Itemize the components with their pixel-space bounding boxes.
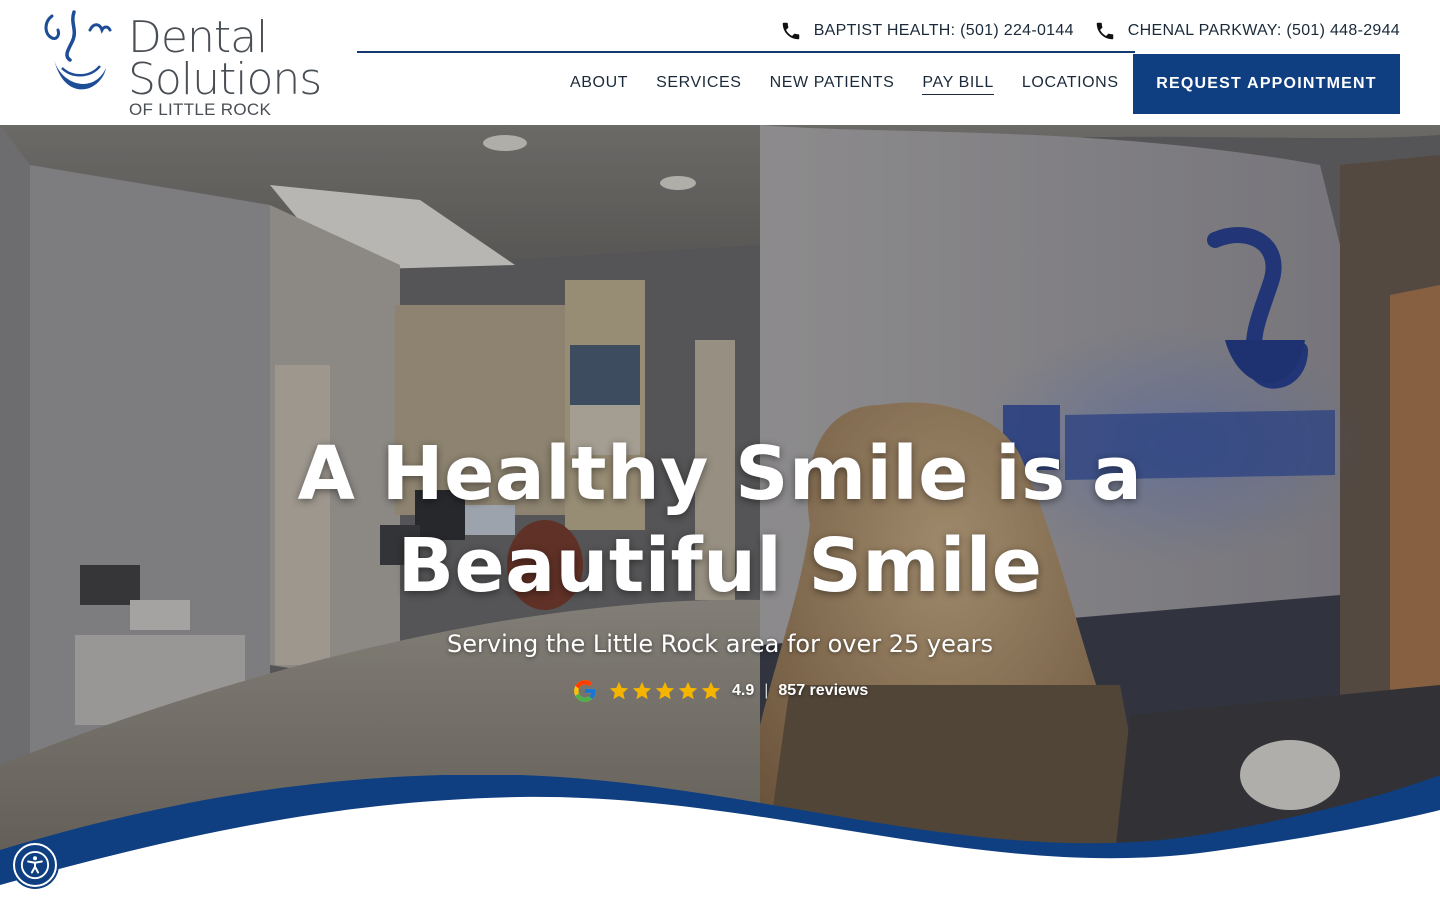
rating-score: 4.9 [732, 682, 755, 699]
logo-face-icon [44, 10, 112, 90]
main-nav: ABOUT SERVICES NEW PATIENTS PAY BILL LOC… [570, 70, 1119, 98]
nav-item-services[interactable]: SERVICES [656, 74, 741, 94]
hero-bottom-wave [0, 775, 1440, 900]
star-icon [609, 681, 629, 700]
star-rating [608, 680, 722, 702]
review-count: 857 reviews [778, 682, 869, 699]
google-icon [574, 680, 596, 702]
phone-bar: BAPTIST HEALTH: (501) 224-0144 CHENAL PA… [780, 19, 1400, 43]
rating-separator: | [764, 682, 769, 699]
phone-label: CHENAL PARKWAY: (501) 448-2944 [1127, 22, 1400, 39]
hero-title-line-2: Beautiful Smile [397, 523, 1043, 609]
hero-section: A Healthy Smile is a Beautiful Smile Ser… [0, 125, 1440, 900]
nav-item-pay-bill[interactable]: PAY BILL [922, 74, 994, 95]
star-icon [701, 681, 721, 700]
request-appointment-button[interactable]: REQUEST APPOINTMENT [1133, 54, 1400, 114]
star-icon [678, 681, 698, 700]
accessibility-icon [20, 850, 50, 880]
nav-item-locations[interactable]: LOCATIONS [1022, 74, 1119, 94]
phone-label: BAPTIST HEALTH: (501) 224-0144 [813, 22, 1074, 39]
star-icon [655, 681, 675, 700]
phone-link-chenal-parkway[interactable]: CHENAL PARKWAY: (501) 448-2944 [1094, 20, 1400, 42]
nav-item-about[interactable]: ABOUT [570, 74, 628, 94]
phone-icon [1096, 22, 1114, 40]
site-header: Dental Solutions OF LITTLE ROCK BAPTIST … [0, 0, 1440, 125]
logo-word-solutions: Solutions [128, 54, 322, 105]
hero-title: A Healthy Smile is a Beautiful Smile [0, 428, 1440, 612]
phone-icon [782, 22, 799, 40]
nav-divider [357, 51, 1135, 53]
google-rating-badge[interactable]: 4.9 | 857 reviews [572, 677, 868, 705]
nav-item-new-patients[interactable]: NEW PATIENTS [770, 74, 895, 94]
hero-title-line-1: A Healthy Smile is a [297, 431, 1143, 517]
logo-tagline: OF LITTLE ROCK [129, 100, 272, 119]
logo[interactable]: Dental Solutions OF LITTLE ROCK [38, 8, 322, 120]
phone-link-baptist-health[interactable]: BAPTIST HEALTH: (501) 224-0144 [780, 20, 1074, 42]
hero-subtitle: Serving the Little Rock area for over 25… [447, 630, 993, 658]
star-icon [632, 681, 652, 700]
accessibility-button[interactable] [13, 843, 57, 887]
